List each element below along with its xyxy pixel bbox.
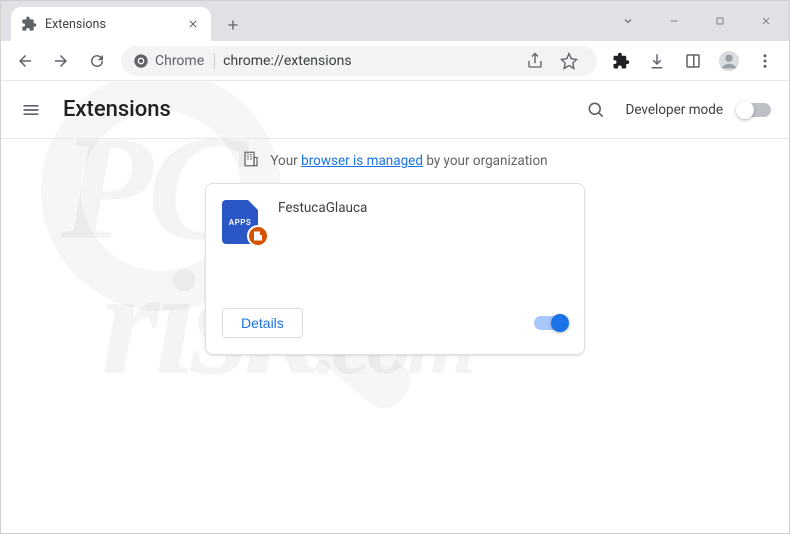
extensions-puzzle-icon[interactable]: [605, 45, 637, 77]
site-chip-label: Chrome: [155, 53, 204, 69]
window-titlebar: Extensions: [1, 1, 789, 41]
reload-button[interactable]: [81, 45, 113, 77]
managed-link[interactable]: browser is managed: [301, 153, 423, 169]
profile-avatar-icon[interactable]: [713, 45, 745, 77]
download-icon[interactable]: [641, 45, 673, 77]
details-button[interactable]: Details: [222, 308, 303, 338]
extension-app-icon: APPS: [222, 200, 262, 240]
minimize-button[interactable]: [651, 5, 697, 37]
bookmark-star-icon[interactable]: [553, 45, 585, 77]
menu-icon[interactable]: [19, 98, 43, 122]
back-button[interactable]: [9, 45, 41, 77]
chevron-down-icon[interactable]: [605, 5, 651, 37]
page-title: Extensions: [63, 97, 171, 122]
address-bar[interactable]: Chrome chrome://extensions: [121, 46, 597, 76]
window-controls: [605, 1, 789, 41]
extension-card: APPS FestucaGlauca Details: [205, 183, 585, 355]
browser-toolbar: Chrome chrome://extensions: [1, 41, 789, 81]
site-chip: Chrome: [133, 53, 215, 69]
puzzle-icon: [21, 16, 37, 32]
close-tab-icon[interactable]: [185, 16, 201, 32]
new-tab-button[interactable]: [219, 11, 247, 39]
developer-mode-toggle[interactable]: [737, 103, 771, 117]
extension-enable-toggle[interactable]: [534, 316, 568, 330]
managed-banner: Your browser is managed by your organiza…: [1, 139, 789, 183]
maximize-button[interactable]: [697, 5, 743, 37]
search-icon[interactable]: [580, 94, 612, 126]
share-icon[interactable]: [519, 45, 551, 77]
browser-tab[interactable]: Extensions: [11, 7, 211, 41]
tab-title: Extensions: [45, 17, 177, 32]
managed-text: Your browser is managed by your organiza…: [270, 153, 547, 169]
close-window-button[interactable]: [743, 5, 789, 37]
building-icon: [242, 150, 260, 172]
developer-mode-label: Developer mode: [626, 102, 724, 118]
extension-name: FestucaGlauca: [278, 200, 367, 290]
extensions-header: Extensions Developer mode: [1, 81, 789, 139]
kebab-menu-icon[interactable]: [749, 45, 781, 77]
url-text: chrome://extensions: [223, 53, 351, 69]
sidepanel-icon[interactable]: [677, 45, 709, 77]
policy-badge-icon: [247, 225, 269, 247]
forward-button[interactable]: [45, 45, 77, 77]
